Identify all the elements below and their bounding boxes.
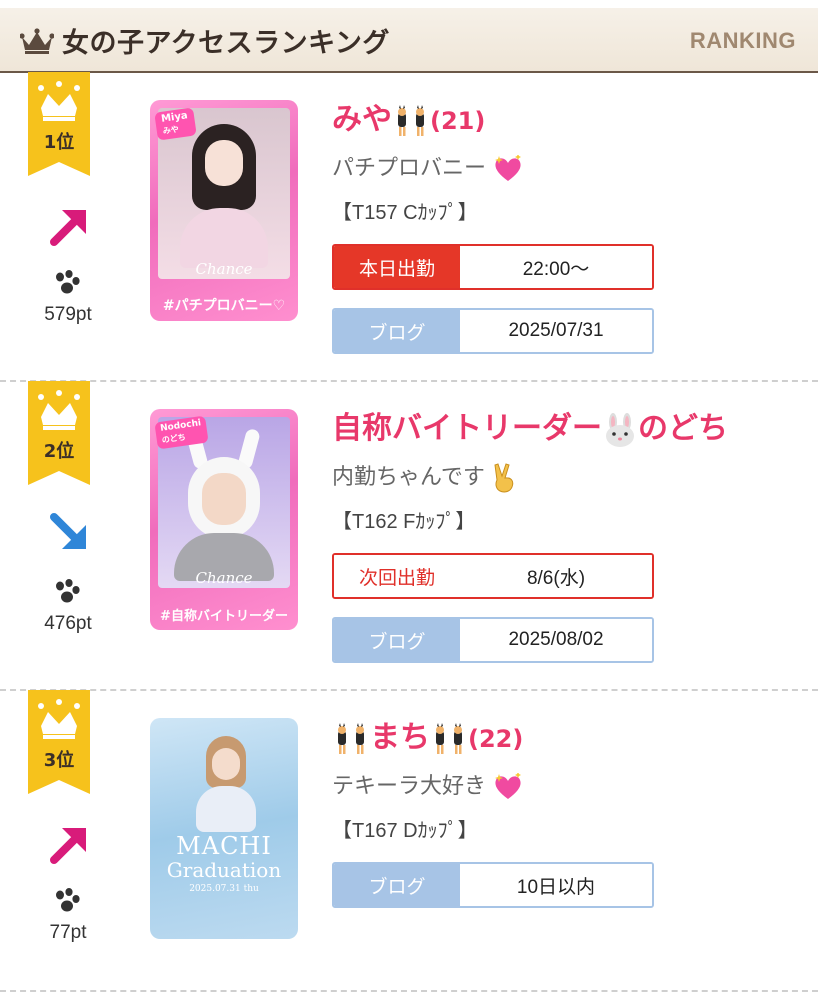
profile-photo[interactable]: MACHI Graduation 2025.07.31 thu [150,718,298,939]
shift-next-box[interactable]: 次回出勤 8/6(水) [332,553,654,599]
page-title: 女の子アクセスランキング [62,28,390,59]
rank-label: 1位 [43,132,75,153]
photo-caption: #自称バイトリーダー [160,609,288,624]
photo-brand: Chance [195,260,253,278]
page-subtitle: RANKING [689,28,796,53]
photo-title: MACHI [176,832,272,860]
blog-label: ブログ [334,619,460,661]
profile-spec: 【T162 Fｶｯﾌﾟ】 [332,511,476,533]
catch-copy: テキーラ大好き [332,768,523,801]
shift-time: 22:00〜 [460,246,652,288]
photo-caption: #パチプロバニー♡ [162,298,286,314]
ranking-entry[interactable]: 3位 77pt MACHI Graduation 2025.07.31 thu … [0,690,818,1000]
profile-photo[interactable]: Miya みや Chance #パチプロバニー♡ [150,100,298,321]
photo-subtitle: Graduation [166,858,282,882]
catch-copy: 内勤ちゃんです [332,459,520,494]
ranking-entry[interactable]: 1位 579pt Miya みや Chance #パチプロバニー♡ みや (21) … [0,72,818,382]
paw-icon [56,579,80,603]
profile-photo[interactable]: Nodochi のどち Chance #自称バイトリーダー [150,409,298,630]
sparkling-heart-icon [495,773,522,799]
paw-icon [56,888,80,912]
bunny-dancers-icon [398,104,424,136]
profile-spec: 【T167 Dｶｯﾌﾟ】 [332,820,478,842]
row-divider [0,990,818,992]
points: 579pt [44,304,92,325]
blog-date: 2025/07/31 [460,310,652,352]
paw-icon [56,270,80,294]
photo-brand: Chance [195,569,253,587]
header-top-strip [0,0,818,8]
blog-label: ブログ [334,310,460,352]
trend-up-icon [50,210,86,246]
bunny-dancers-icon [338,722,364,754]
blog-box[interactable]: ブログ 2025/08/02 [332,617,654,663]
blog-label: ブログ [334,864,460,906]
blog-box[interactable]: ブログ 10日以内 [332,862,654,908]
trend-up-icon [50,828,86,864]
crown-icon [20,28,54,54]
rabbit-face-icon [606,412,634,447]
points: 476pt [44,613,92,634]
blog-recency: 10日以内 [460,864,652,906]
blog-box[interactable]: ブログ 2025/07/31 [332,308,654,354]
shift-label: 本日出勤 [334,246,460,288]
shift-label: 次回出勤 [334,555,460,597]
catch-copy: パチプロバニー [332,150,523,183]
photo-date: 2025.07.31 thu [189,884,259,894]
girl-name[interactable]: 自称バイトリーダー のどち [332,403,728,447]
rank-label: 3位 [43,750,75,771]
trend-down-icon [50,513,86,549]
bunny-dancers-icon [436,722,462,754]
girl-name[interactable]: みや (21) [332,94,485,138]
rank-label: 2位 [43,441,75,462]
points: 77pt [49,922,87,943]
shift-date: 8/6(水) [460,555,652,597]
victory-hand-icon [494,463,514,493]
sparkling-heart-icon [495,155,522,181]
photo-name-tag: Miya みや [154,107,197,141]
blog-date: 2025/08/02 [460,619,652,661]
ranking-entry[interactable]: 2位 476pt Nodochi のどち Chance #自称バイトリーダー 自称… [0,381,818,691]
ranking-header: 女の子アクセスランキング RANKING [0,0,818,73]
shift-today-box[interactable]: 本日出勤 22:00〜 [332,244,654,290]
profile-spec: 【T157 Cｶｯﾌﾟ】 [332,202,478,224]
girl-name[interactable]: まち (22) [332,712,523,756]
